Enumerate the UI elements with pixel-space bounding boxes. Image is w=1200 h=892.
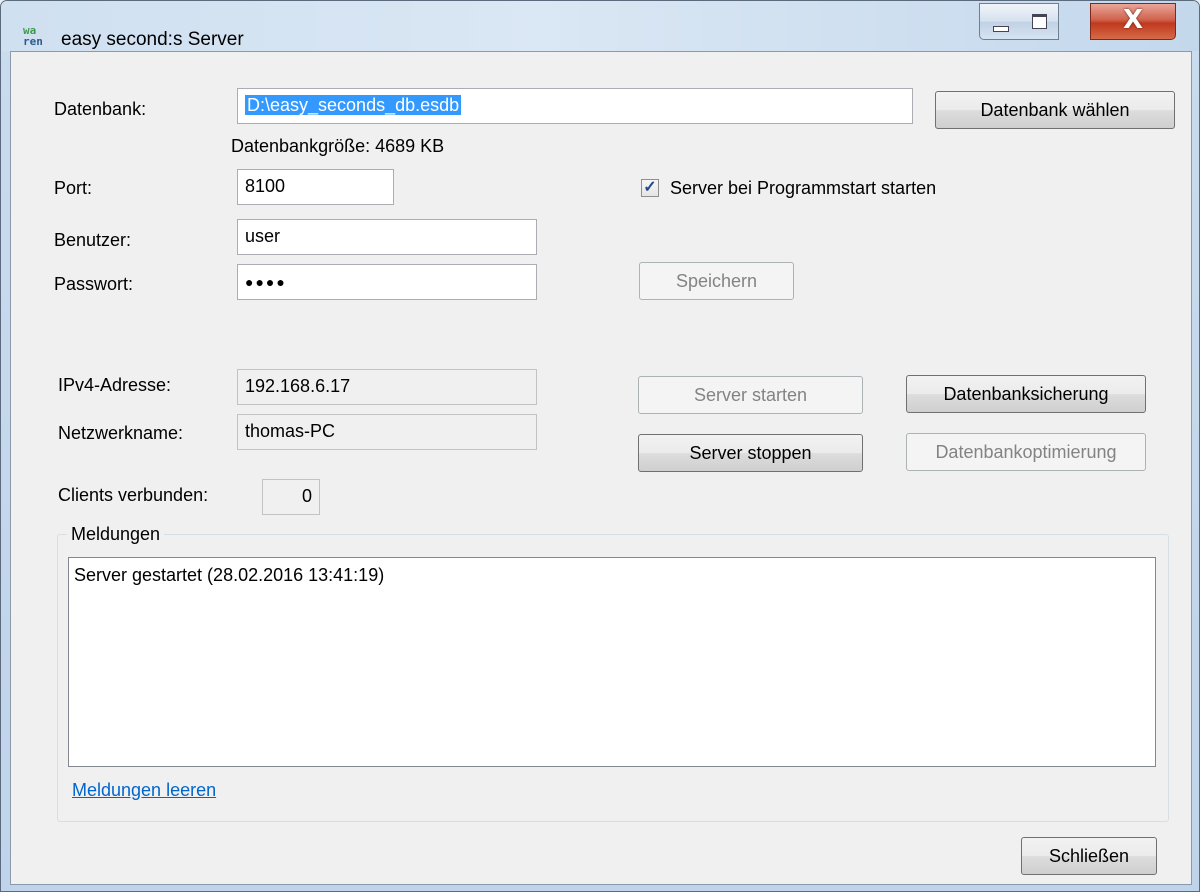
dialog-body: Datenbank: D:\easy_seconds_db.esdb Daten… — [10, 51, 1192, 885]
choose-database-button[interactable]: Datenbank wählen — [935, 91, 1175, 129]
close-button[interactable]: Schließen — [1021, 837, 1157, 875]
backup-database-button[interactable]: Datenbanksicherung — [906, 375, 1146, 413]
minimize-button[interactable] — [979, 3, 1020, 40]
clients-connected-field: 0 — [262, 479, 320, 515]
message-line: Server gestartet (28.02.2016 13:41:19) — [74, 565, 385, 585]
network-name-label: Netzwerkname: — [58, 423, 184, 443]
start-server-button[interactable]: Server starten — [638, 376, 863, 414]
app-icon: wa ren — [23, 25, 51, 51]
clients-connected-label: Clients verbunden: — [58, 485, 209, 505]
database-size-text: Datenbankgröße: 4689 KB — [231, 136, 445, 156]
window-title: easy second:s Server — [61, 29, 244, 50]
database-path-field[interactable]: D:\easy_seconds_db.esdb — [237, 88, 913, 124]
user-input[interactable]: user — [237, 219, 537, 255]
network-name-field: thomas-PC — [237, 414, 537, 450]
messages-group-title: Meldungen — [67, 524, 165, 545]
ipv4-label: IPv4-Adresse: — [58, 375, 172, 395]
maximize-button[interactable] — [1019, 3, 1059, 40]
database-label: Datenbank: — [54, 99, 147, 119]
close-window-button[interactable]: X — [1090, 3, 1176, 40]
autostart-checkbox[interactable]: ✓ — [641, 179, 659, 197]
ipv4-field: 192.168.6.17 — [237, 369, 537, 405]
app-icon-line2: ren — [23, 35, 43, 48]
autostart-label: Server bei Programmstart starten — [670, 178, 937, 198]
password-input[interactable]: ●●●● — [237, 264, 537, 300]
port-input[interactable]: 8100 — [237, 169, 394, 205]
title-bar[interactable]: wa ren easy second:s Server X — [1, 1, 1199, 51]
save-button[interactable]: Speichern — [639, 262, 794, 300]
messages-list[interactable]: Server gestartet (28.02.2016 13:41:19) — [68, 557, 1156, 767]
password-label: Passwort: — [54, 274, 134, 294]
optimize-database-button[interactable]: Datenbankoptimierung — [906, 433, 1146, 471]
maximize-icon — [1032, 14, 1047, 29]
clear-messages-link[interactable]: Meldungen leeren — [72, 780, 216, 801]
user-label: Benutzer: — [54, 230, 132, 250]
close-icon: X — [1122, 5, 1144, 35]
stop-server-button[interactable]: Server stoppen — [638, 434, 863, 472]
minimize-icon — [993, 26, 1009, 32]
app-window: wa ren easy second:s Server X Datenbank:… — [0, 0, 1200, 892]
database-path-value: D:\easy_seconds_db.esdb — [245, 95, 462, 115]
port-label: Port: — [54, 178, 93, 198]
